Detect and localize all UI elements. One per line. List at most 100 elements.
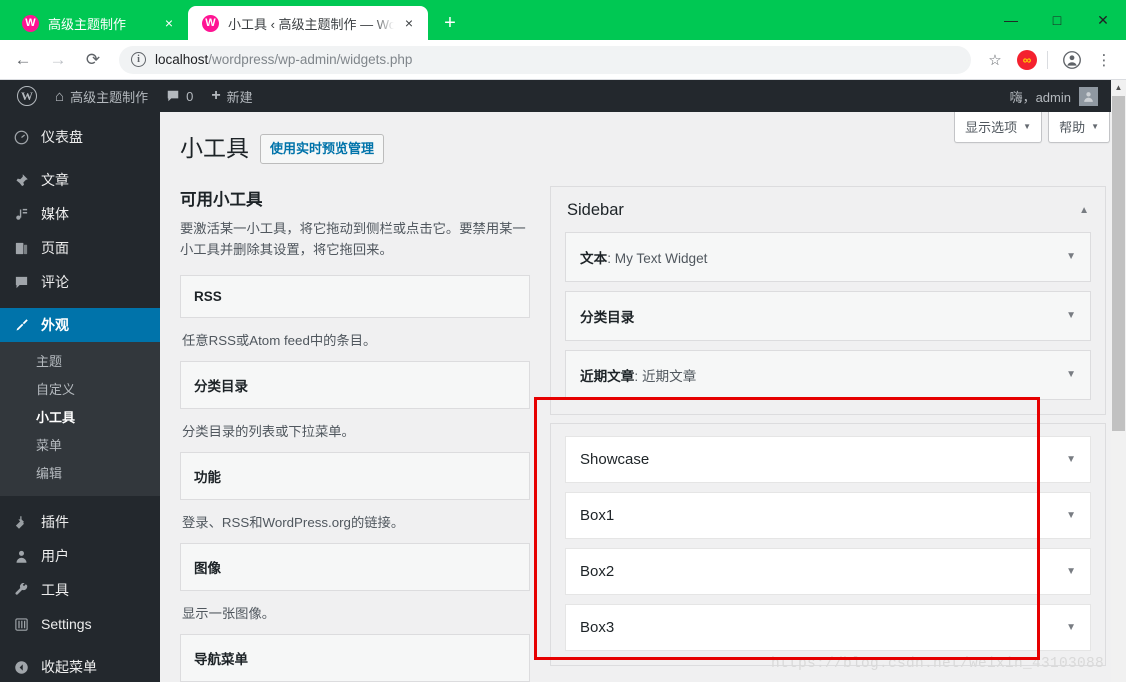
chevron-up-icon[interactable]: ▲ xyxy=(1079,205,1089,216)
new-tab-button[interactable]: + xyxy=(436,9,464,37)
chevron-down-icon[interactable]: ▼ xyxy=(1066,510,1076,521)
submenu-item-editor[interactable]: 编辑 xyxy=(0,460,160,488)
sidebar-item-tools[interactable]: 工具 xyxy=(0,573,160,607)
page-title: 小工具 xyxy=(180,135,249,161)
available-widget-description: 分类目录的列表或下拉菜单。 xyxy=(182,423,355,439)
scroll-up-arrow-icon[interactable]: ▲ xyxy=(1111,80,1126,95)
available-widget-description: 登录、RSS和WordPress.org的链接。 xyxy=(182,514,405,530)
sidebar-item-users[interactable]: 用户 xyxy=(0,539,160,573)
sidebar-item-label: 用户 xyxy=(41,548,69,564)
available-widget-categories[interactable]: 分类目录 xyxy=(180,360,530,409)
chevron-down-icon[interactable]: ▼ xyxy=(1066,369,1076,380)
available-widget-meta[interactable]: 功能 xyxy=(180,451,530,500)
submenu-item-themes[interactable]: 主题 xyxy=(0,348,160,376)
adminbar-new-content[interactable]: + 新建 xyxy=(202,80,261,112)
minimize-button[interactable]: — xyxy=(988,0,1034,40)
menu-separator xyxy=(0,299,160,308)
chevron-down-icon: ▼ xyxy=(1023,122,1032,131)
adminbar-site-name[interactable]: ⌂ 高级主题制作 xyxy=(46,80,157,112)
sidebar-widget-instance: My Text Widget xyxy=(614,250,708,266)
widget-area-sidebar: Sidebar ▲ 文本: My Text Widget ▼ 分类目录 ▼ 近期… xyxy=(550,185,1106,415)
adminbar-comments[interactable]: 0 xyxy=(157,80,202,112)
url-host: localhost xyxy=(155,52,209,67)
extension-icon[interactable]: ∞ xyxy=(1013,46,1041,74)
page-scrollbar[interactable]: ▲ xyxy=(1111,80,1126,682)
sidebar-widget-title: 近期文章: 近期文章 xyxy=(580,368,697,384)
sidebar-widget-title: 文本: My Text Widget xyxy=(580,247,707,267)
back-button[interactable]: ← xyxy=(8,45,38,75)
sidebar-item-dashboard[interactable]: 仪表盘 xyxy=(0,120,160,154)
pin-icon xyxy=(11,173,31,188)
sidebar-item-collapse-menu[interactable]: 收起菜单 xyxy=(0,650,160,682)
profile-avatar-icon[interactable] xyxy=(1058,46,1086,74)
chevron-down-icon[interactable]: ▼ xyxy=(1066,566,1076,577)
sidebar-widget-recent-posts[interactable]: 近期文章: 近期文章 ▼ xyxy=(565,349,1091,400)
widget-area-header[interactable]: Sidebar ▲ xyxy=(565,199,1091,232)
media-icon xyxy=(11,207,31,222)
sidebar-item-comments[interactable]: 评论 xyxy=(0,265,160,299)
browser-tab-2[interactable]: W 小工具 ‹ 高级主题制作 — WordPress × xyxy=(188,6,428,40)
sidebar-item-settings[interactable]: Settings xyxy=(0,607,160,641)
widget-area-box2[interactable]: Box2 ▼ xyxy=(565,547,1091,595)
available-widget-description: 任意RSS或Atom feed中的条目。 xyxy=(182,332,377,348)
watermark-text: https://blog.csdn.net/weixin_43103088 xyxy=(770,656,1104,672)
available-widget-description: 显示一张图像。 xyxy=(182,605,276,621)
available-widget-nav-menu[interactable]: 导航菜单 xyxy=(180,633,530,682)
wp-admin-menu: 仪表盘 文章 媒体 页面 评论 外观 主题 自定义 小工具 菜单 编辑 插件 用… xyxy=(0,112,168,682)
help-label: 帮助 xyxy=(1059,120,1086,135)
forward-button: → xyxy=(49,49,67,69)
browser-tab-1[interactable]: W 高级主题制作 × xyxy=(8,6,188,40)
available-widgets-column: 可用小工具 要激活某一小工具，将它拖动到侧栏或点击它。要禁用某一小工具并删除其设… xyxy=(180,186,550,682)
scrollbar-thumb[interactable] xyxy=(1112,96,1125,431)
sidebar-item-plugins[interactable]: 插件 xyxy=(0,505,160,539)
sidebar-item-label: 工具 xyxy=(41,582,69,598)
chevron-down-icon[interactable]: ▼ xyxy=(1066,310,1076,321)
widget-area-box3[interactable]: Box3 ▼ xyxy=(565,603,1091,651)
chevron-down-icon[interactable]: ▼ xyxy=(1066,251,1076,262)
widget-area-title: Sidebar xyxy=(567,200,624,219)
appearance-brush-icon xyxy=(11,318,31,333)
widget-area-showcase[interactable]: Showcase ▼ xyxy=(565,435,1091,483)
manage-with-live-preview-button[interactable]: 使用实时预览管理 xyxy=(260,134,385,164)
users-icon xyxy=(11,549,31,564)
adminbar-wp-logo[interactable]: W xyxy=(8,80,46,112)
chevron-down-icon[interactable]: ▼ xyxy=(1066,454,1076,465)
chevron-down-icon[interactable]: ▼ xyxy=(1066,622,1076,633)
widget-areas-column: Sidebar ▲ 文本: My Text Widget ▼ 分类目录 ▼ 近期… xyxy=(534,185,1106,682)
adminbar-my-account[interactable]: 嗨，admin xyxy=(1010,86,1126,106)
tab-close-icon[interactable]: × xyxy=(160,14,178,32)
sidebar-item-pages[interactable]: 页面 xyxy=(0,231,160,265)
sidebar-widget-text[interactable]: 文本: My Text Widget ▼ xyxy=(565,231,1091,282)
wp-body: 仪表盘 文章 媒体 页面 评论 外观 主题 自定义 小工具 菜单 编辑 插件 用… xyxy=(0,112,1126,682)
sidebar-widget-categories[interactable]: 分类目录 ▼ xyxy=(565,290,1091,341)
available-widget-rss[interactable]: RSS xyxy=(180,274,530,318)
site-info-icon[interactable]: i xyxy=(131,52,146,67)
submenu-item-menus[interactable]: 菜单 xyxy=(0,432,160,460)
sidebar-item-appearance[interactable]: 外观 xyxy=(0,308,168,342)
sidebar-item-posts[interactable]: 文章 xyxy=(0,163,160,197)
reload-button[interactable]: ⟳ xyxy=(78,45,108,75)
wp-admin-bar: W ⌂ 高级主题制作 0 + 新建 嗨，admin xyxy=(0,80,1126,112)
collapse-arrow-icon xyxy=(11,660,31,675)
widget-area-box1[interactable]: Box1 ▼ xyxy=(565,491,1091,539)
submenu-item-widgets[interactable]: 小工具 xyxy=(0,404,160,432)
help-button[interactable]: 帮助 ▼ xyxy=(1048,112,1110,143)
sidebar-item-media[interactable]: 媒体 xyxy=(0,197,160,231)
wordpress-favicon-icon: W xyxy=(22,14,39,32)
maximize-button[interactable]: □ xyxy=(1034,0,1080,40)
sidebar-widget-type: 分类目录 xyxy=(580,309,635,325)
menu-separator xyxy=(0,154,160,163)
menu-separator xyxy=(0,641,160,650)
browser-menu-icon[interactable]: ⋮ xyxy=(1090,46,1118,74)
sidebar-item-label: Settings xyxy=(41,616,92,632)
close-window-button[interactable]: ✕ xyxy=(1080,0,1126,40)
bookmark-star-icon[interactable]: ☆ xyxy=(981,46,1009,74)
show-options-button[interactable]: 显示选项 ▼ xyxy=(954,112,1043,143)
available-widget-image[interactable]: 图像 xyxy=(180,542,530,591)
wp-main-content: 显示选项 ▼ 帮助 ▼ 小工具 使用实时预览管理 可用小工具 要激活某一小工具，… xyxy=(160,112,1126,682)
address-bar[interactable]: i localhost/wordpress/wp-admin/widgets.p… xyxy=(119,45,971,74)
sidebar-widget-type: 近期文章 xyxy=(580,368,635,384)
submenu-item-customize[interactable]: 自定义 xyxy=(0,376,160,404)
tab-close-icon[interactable]: × xyxy=(400,14,418,32)
sidebar-widget-value: : xyxy=(607,250,615,266)
